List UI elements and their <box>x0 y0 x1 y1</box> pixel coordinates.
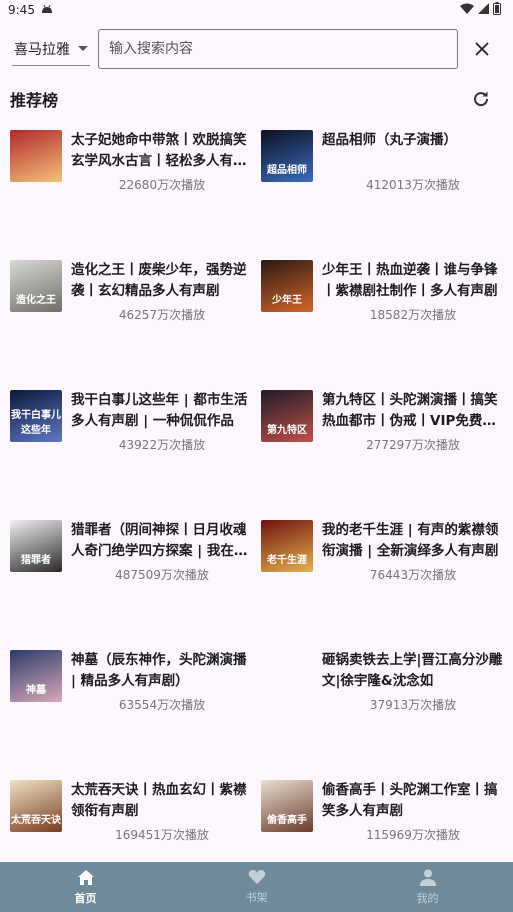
android-icon <box>41 3 53 17</box>
nav-tab-0[interactable]: 首页 <box>0 862 171 912</box>
book-card[interactable]: 太子妃她命中带煞丨欢脱搞笑玄学风水古言丨轻松多人有声剧 22680万次播放 <box>10 122 261 252</box>
book-play-count: 22680万次播放 <box>118 178 206 192</box>
battery-icon <box>493 2 501 18</box>
book-cover-title: 神墓 <box>26 685 46 696</box>
bottom-nav: 首页 书架 我的 <box>0 862 513 912</box>
book-card[interactable]: 超品相师 超品相师（丸子演播） 412013万次播放 <box>261 122 512 252</box>
book-cover: 太荒吞天诀 <box>10 780 62 832</box>
book-play-count: 412013万次播放 <box>366 178 460 192</box>
status-time: 9:45 <box>8 3 35 17</box>
book-play-count: 37913万次播放 <box>369 698 457 712</box>
book-play-count: 43922万次播放 <box>118 438 206 452</box>
book-play-count: 76443万次播放 <box>369 568 457 582</box>
book-title: 第九特区丨头陀渊演播丨搞笑热血都市丨伪戒丨VIP免费收听 <box>322 392 498 429</box>
section-title: 推荐榜 <box>10 91 59 110</box>
book-info: 太子妃她命中带煞丨欢脱搞笑玄学风水古言丨轻松多人有声剧 22680万次播放 <box>62 130 261 252</box>
book-card[interactable]: 第九特区 第九特区丨头陀渊演播丨搞笑热血都市丨伪戒丨VIP免费收听 277297万次… <box>261 382 512 512</box>
book-cover <box>261 650 313 702</box>
book-card[interactable]: 造化之王 造化之王丨废柴少年，强势逆袭丨玄幻精品多人有声剧 46257万次播放 <box>10 252 261 382</box>
book-info: 我干白事儿这些年 | 都市生活多人有声剧 | 一种侃侃作品 43922万次播放 <box>62 390 261 512</box>
book-cover: 猎罪者 <box>10 520 62 572</box>
book-title: 造化之王丨废柴少年，强势逆袭丨玄幻精品多人有声剧 <box>71 262 247 299</box>
book-info: 第九特区丨头陀渊演播丨搞笑热血都市丨伪戒丨VIP免费收听 277297万次播放 <box>313 390 512 512</box>
book-card[interactable]: 砸锅卖铁去上学|晋江高分沙雕文|徐宇隆&沈念如 37913万次播放 <box>261 642 512 772</box>
book-card[interactable]: 我干白事儿这些年 我干白事儿这些年 | 都市生活多人有声剧 | 一种侃侃作品 439… <box>10 382 261 512</box>
refresh-button[interactable] <box>469 87 493 111</box>
book-cover: 老千生涯 <box>261 520 313 572</box>
book-play-count: 115969万次播放 <box>366 828 460 842</box>
chevron-down-icon <box>78 46 88 51</box>
book-cover: 第九特区 <box>261 390 313 442</box>
person-icon <box>419 869 436 890</box>
book-title: 砸锅卖铁去上学|晋江高分沙雕文|徐宇隆&沈念如 <box>322 652 503 689</box>
heart-icon <box>248 869 266 889</box>
book-cover: 偷香高手 <box>261 780 313 832</box>
nav-tab-label: 首页 <box>74 891 97 905</box>
book-play-count: 46257万次播放 <box>118 308 206 322</box>
book-cover-title: 老千生涯 <box>267 555 307 566</box>
book-cover-title: 少年王 <box>272 295 302 306</box>
book-cover <box>10 130 62 182</box>
status-bar: 9:45 <box>0 0 513 20</box>
book-list: 太子妃她命中带煞丨欢脱搞笑玄学风水古言丨轻松多人有声剧 22680万次播放 超品相师… <box>0 122 513 902</box>
book-cover-title: 我干白事儿这些年 <box>11 410 61 436</box>
book-cover: 神墓 <box>10 650 62 702</box>
book-title: 少年王丨热血逆袭丨谁与争锋丨紫襟剧社制作丨多人有声剧 <box>322 262 498 299</box>
book-play-count: 487509万次播放 <box>115 568 209 582</box>
nav-tab-label: 我的 <box>416 891 439 905</box>
wifi-icon <box>460 3 474 17</box>
book-info: 超品相师（丸子演播） 412013万次播放 <box>313 130 512 252</box>
book-card[interactable]: 猎罪者 猎罪者（阴间神探丨日月收魂人奇门绝学四方探案 | 我在阴间当神探） 4875… <box>10 512 261 642</box>
book-title: 超品相师（丸子演播） <box>322 132 457 148</box>
book-info: 造化之王丨废柴少年，强势逆袭丨玄幻精品多人有声剧 46257万次播放 <box>62 260 261 382</box>
clear-search-button[interactable] <box>470 37 494 61</box>
book-cover: 造化之王 <box>10 260 62 312</box>
book-cover-title: 超品相师 <box>267 165 307 176</box>
book-info: 少年王丨热血逆袭丨谁与争锋丨紫襟剧社制作丨多人有声剧 18582万次播放 <box>313 260 512 382</box>
book-cover-title: 第九特区 <box>267 425 307 436</box>
book-cover-title: 偷香高手 <box>267 815 307 826</box>
book-info: 神墓（辰东神作，头陀渊演播 | 精品多人有声剧） 63554万次播放 <box>62 650 261 772</box>
book-play-count: 277297万次播放 <box>366 438 460 452</box>
nav-tab-2[interactable]: 我的 <box>342 862 513 912</box>
book-play-count: 169451万次播放 <box>115 828 209 842</box>
book-play-count: 63554万次播放 <box>118 698 206 712</box>
book-card[interactable]: 少年王 少年王丨热血逆袭丨谁与争锋丨紫襟剧社制作丨多人有声剧 18582万次播放 <box>261 252 512 382</box>
refresh-icon <box>474 91 489 107</box>
book-card[interactable]: 神墓 神墓（辰东神作，头陀渊演播 | 精品多人有声剧） 63554万次播放 <box>10 642 261 772</box>
book-cover: 超品相师 <box>261 130 313 182</box>
book-play-count: 18582万次播放 <box>369 308 457 322</box>
book-cover: 少年王 <box>261 260 313 312</box>
book-title: 我的老千生涯 | 有声的紫襟领衔演播 | 全新演绎多人有声剧 <box>322 522 499 559</box>
book-cover-title: 造化之王 <box>16 295 56 306</box>
close-icon <box>475 42 489 56</box>
nav-tab-label: 书架 <box>245 891 268 904</box>
book-title: 太子妃她命中带煞丨欢脱搞笑玄学风水古言丨轻松多人有声剧 <box>71 132 247 169</box>
book-cover-title: 太荒吞天诀 <box>11 815 61 826</box>
book-info: 我的老千生涯 | 有声的紫襟领衔演播 | 全新演绎多人有声剧 76443万次播放 <box>313 520 512 642</box>
book-cover-title: 猎罪者 <box>21 555 51 566</box>
home-icon <box>77 869 95 890</box>
nav-tab-1[interactable]: 书架 <box>171 862 342 912</box>
book-cover: 我干白事儿这些年 <box>10 390 62 442</box>
book-info: 砸锅卖铁去上学|晋江高分沙雕文|徐宇隆&沈念如 37913万次播放 <box>313 650 512 772</box>
book-title: 神墓（辰东神作，头陀渊演播 | 精品多人有声剧） <box>71 652 247 689</box>
book-title: 我干白事儿这些年 | 都市生活多人有声剧 | 一种侃侃作品 <box>71 392 248 429</box>
signal-icon <box>478 3 489 17</box>
book-title: 偷香高手丨头陀渊工作室丨搞笑多人有声剧 <box>322 782 498 819</box>
book-title: 太荒吞天诀丨热血玄幻丨紫襟领衔有声剧 <box>71 782 247 819</box>
book-card[interactable]: 老千生涯 我的老千生涯 | 有声的紫襟领衔演播 | 全新演绎多人有声剧 76443万… <box>261 512 512 642</box>
recommend-header: 推荐榜 <box>0 76 513 122</box>
search-bar: 喜马拉雅 <box>0 24 513 74</box>
book-title: 猎罪者（阴间神探丨日月收魂人奇门绝学四方探案 | 我在阴间当神探） <box>71 522 248 559</box>
source-dropdown-value: 喜马拉雅 <box>14 41 70 58</box>
search-input[interactable] <box>98 29 458 69</box>
source-dropdown[interactable]: 喜马拉雅 <box>12 32 90 66</box>
book-info: 猎罪者（阴间神探丨日月收魂人奇门绝学四方探案 | 我在阴间当神探） 487509万… <box>62 520 261 642</box>
